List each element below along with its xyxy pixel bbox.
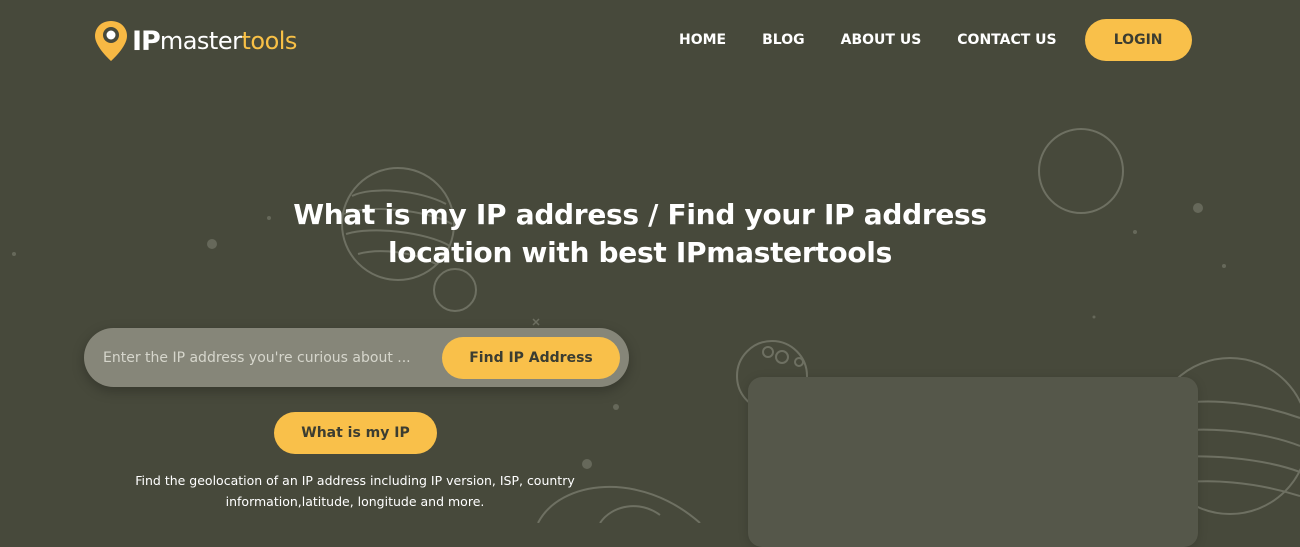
site-header: IP master tools HOME BLOG ABOUT US CONTA… — [0, 0, 1300, 82]
hero-title: What is my IP address / Find your IP add… — [220, 196, 1060, 272]
nav-about-us[interactable]: ABOUT US — [841, 32, 922, 48]
login-button[interactable]: LOGIN — [1084, 19, 1192, 61]
nav-blog[interactable]: BLOG — [762, 32, 805, 48]
logo-text-ip: IP — [132, 25, 161, 57]
find-ip-address-button[interactable]: Find IP Address — [442, 337, 620, 379]
result-card — [748, 377, 1198, 547]
main-nav: HOME BLOG ABOUT US CONTACT US LOGIN — [660, 19, 1192, 61]
ip-search-box: Find IP Address — [84, 328, 629, 387]
logo-text-tools: tools — [241, 27, 297, 55]
hero-description-line-2: information,latitude, longitude and more… — [225, 494, 485, 509]
what-is-my-ip-button[interactable]: What is my IP — [274, 412, 437, 454]
logo[interactable]: IP master tools — [94, 18, 297, 64]
ip-search-input[interactable] — [103, 346, 428, 370]
logo-text-master: master — [159, 27, 242, 55]
nav-contact-us[interactable]: CONTACT US — [957, 32, 1056, 48]
hero-description: Find the geolocation of an IP address in… — [110, 470, 600, 512]
hero-title-line-1: What is my IP address / Find your IP add… — [293, 198, 987, 231]
hero-description-line-1: Find the geolocation of an IP address in… — [135, 473, 575, 488]
hero-title-line-2: location with best IPmastertools — [388, 236, 892, 269]
nav-home[interactable]: HOME — [679, 32, 726, 48]
location-pin-icon — [95, 21, 127, 61]
